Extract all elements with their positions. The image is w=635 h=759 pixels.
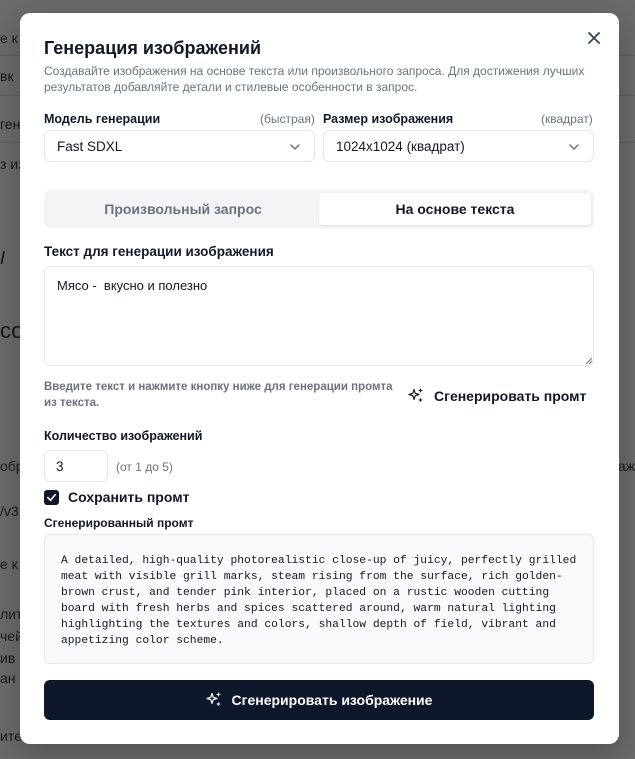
count-range-hint: (от 1 до 5): [116, 460, 173, 474]
resize-handle-icon[interactable]: [585, 357, 593, 365]
image-generation-dialog: Генерация изображений Создавайте изображ…: [20, 13, 619, 744]
generate-image-button[interactable]: Сгенерировать изображение: [44, 680, 594, 720]
size-label: Размер изображения: [323, 112, 454, 126]
size-select[interactable]: 1024x1024 (квадрат): [323, 130, 594, 162]
generate-prompt-button[interactable]: Сгенерировать промт: [400, 381, 594, 411]
background-text: вк: [0, 68, 14, 84]
sparkles-icon: [408, 388, 423, 403]
generated-prompt-text: A detailed, high-quality photorealistic …: [44, 534, 594, 664]
model-label: Модель генерации: [44, 112, 161, 126]
tab-from-text[interactable]: На основе текста: [319, 193, 591, 225]
background-text: I: [0, 248, 6, 268]
dialog-subtitle: Создавайте изображения на основе текста …: [44, 64, 585, 94]
tab-custom-prompt[interactable]: Произвольный запрос: [47, 193, 319, 225]
size-select-value: 1024x1024 (квадрат): [336, 138, 465, 154]
text-input-label: Текст для генерации изображения: [44, 244, 274, 259]
close-icon: [588, 32, 600, 44]
close-button[interactable]: [585, 29, 603, 47]
sparkles-icon: [205, 692, 221, 707]
size-hint: (квадрат): [541, 112, 593, 126]
helper-text: Введите текст и нажмите кнопку ниже для …: [44, 381, 393, 409]
background-text: ген: [0, 116, 21, 132]
save-prompt-checkbox-row[interactable]: Сохранить промт: [44, 489, 189, 505]
background-text: аж: [617, 458, 635, 474]
chevron-down-icon: [569, 144, 579, 150]
mode-tabs: Произвольный запрос На основе текста: [44, 190, 594, 228]
background-text: ан: [0, 670, 16, 686]
save-prompt-checkbox[interactable]: [44, 489, 59, 505]
dialog-title: Генерация изображений: [44, 38, 262, 58]
check-icon: [47, 493, 56, 501]
source-text-input[interactable]: [44, 266, 594, 366]
generate-prompt-label: Сгенерировать промт: [434, 388, 587, 404]
background-text: е к: [0, 30, 18, 46]
count-label: Количество изображений: [44, 429, 203, 443]
model-select-value: Fast SDXL: [57, 138, 123, 154]
image-count-input[interactable]: [44, 450, 108, 482]
model-select[interactable]: Fast SDXL: [44, 130, 315, 162]
model-hint: (быстрая): [260, 112, 315, 126]
background-text: е к: [0, 556, 18, 572]
chevron-down-icon: [290, 144, 300, 150]
background-text: ите: [0, 728, 22, 744]
generate-image-label: Сгенерировать изображение: [231, 692, 433, 708]
background-text: ив: [0, 650, 16, 666]
save-prompt-label: Сохранить промт: [68, 489, 190, 505]
generated-prompt-label: Сгенерированный промт: [44, 516, 194, 530]
